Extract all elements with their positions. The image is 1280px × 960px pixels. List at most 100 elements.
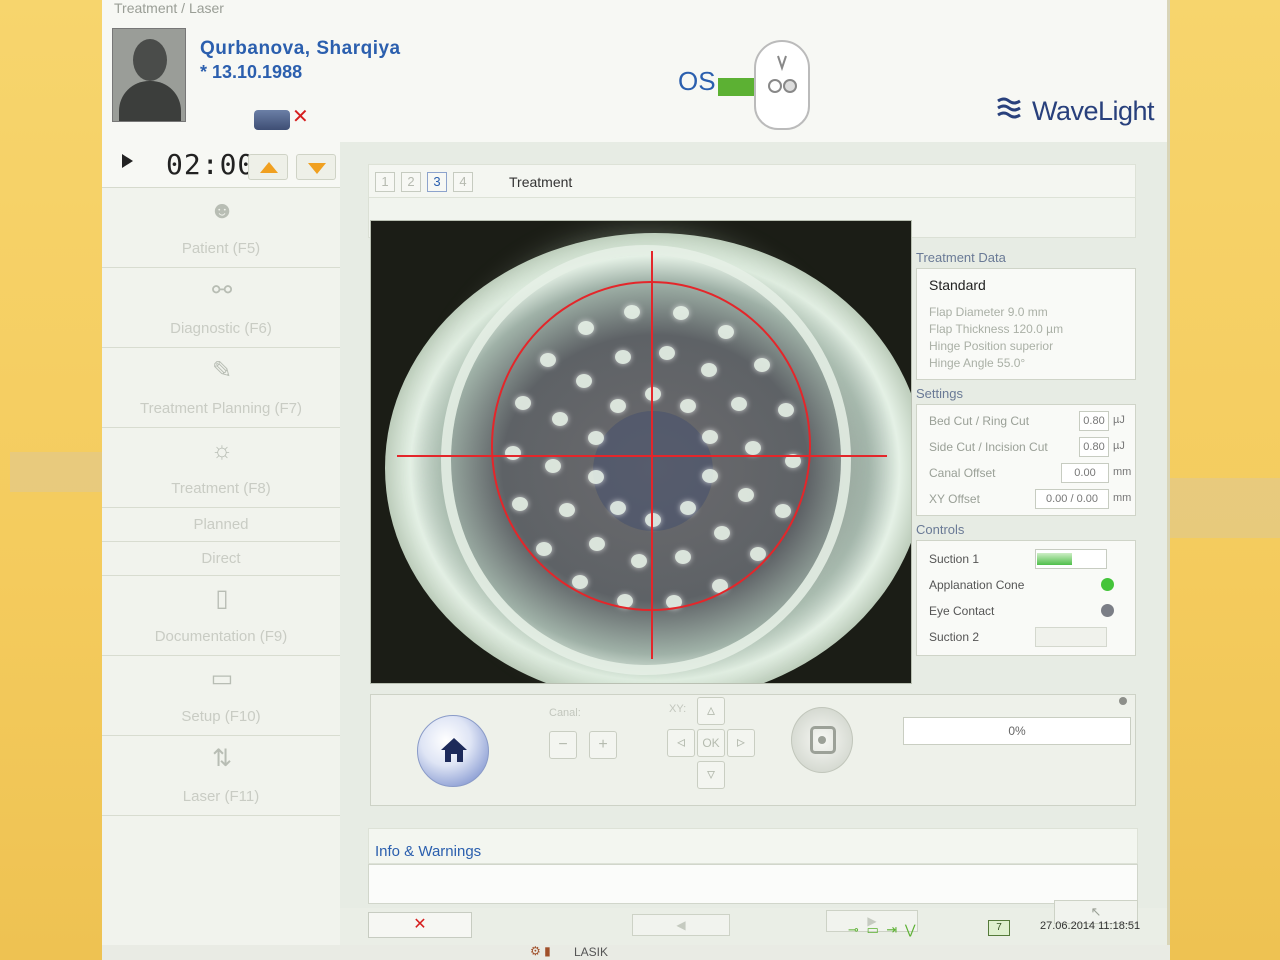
applanation-status-led [1101,578,1114,591]
treatment-data-title: Treatment Data [916,250,1006,265]
treatment-name: Standard [929,277,986,293]
patient-icon: ☻ [209,197,235,224]
bed-cut-field[interactable]: 0.80 [1079,411,1109,431]
info-warnings-header: Info & Warnings [368,828,1138,864]
sidebar-item-documentation[interactable]: ▯ Documentation (F9) [102,576,340,656]
step-1[interactable]: 1 [375,172,395,192]
control-label: Suction 1 [929,552,980,566]
home-icon [441,738,467,762]
arrow-right-icon [718,72,768,102]
xy-caption: XY: [669,703,687,715]
setting-unit: µJ [1113,440,1125,452]
timer-decrease-button[interactable] [296,154,336,180]
sidebar-item-label: Treatment (F8) [171,480,271,497]
settings-title: Settings [916,386,963,401]
timer-increase-button[interactable] [248,154,288,180]
sidebar-item-patient[interactable]: ☻ Patient (F5) [102,188,340,268]
taskbar: ⚙ ▮ LASIK [102,944,1170,960]
control-eye-contact: Eye Contact [929,601,1129,623]
xy-up-button[interactable]: ▵ [697,697,725,725]
info-warnings-box [368,864,1138,904]
counter-badge: 7 [988,920,1010,936]
setting-label: Side Cut / Incision Cut [929,440,1048,454]
setup-icon: ▭ [210,665,234,692]
controls-box: Suction 1 Applanation Cone Eye Contact S… [916,540,1136,656]
setting-label: Bed Cut / Ring Cut [929,414,1030,428]
tape-strip-right [1168,478,1280,538]
system-status-icons: ⊸ ▭ ⇥ ⋁ [848,922,918,937]
timer-display: 02:00 [166,148,256,181]
step-3[interactable]: 3 [427,172,447,192]
control-label: Suction 2 [929,630,980,644]
canal-offset-field[interactable]: 0.00 [1061,463,1109,483]
status-indicator-icon [1119,697,1127,705]
setting-label: XY Offset [929,492,980,506]
xy-down-button[interactable]: ▿ [697,761,725,789]
sidebar-subitem-planned[interactable]: Planned [102,508,340,542]
card-missing-icon: ✕ [292,106,309,128]
sidebar-item-label: Laser (F11) [182,788,260,805]
suction-1-level-fill [1037,553,1072,565]
control-label: Applanation Cone [929,578,1025,592]
patient-dob: * 13.10.1988 [200,62,303,82]
step-2[interactable]: 2 [401,172,421,192]
laser-icon: ⇅ [211,745,233,772]
cancel-button[interactable]: ✕ [368,912,472,938]
setting-unit: mm [1113,492,1132,504]
sidebar-item-laser[interactable]: ⇅ Laser (F11) [102,736,340,816]
crosshair-horizontal [397,455,887,457]
taskbar-app-icon: ⚙ ▮ [530,944,551,958]
sidebar: ☻ Patient (F5) ⚯ Diagnostic (F6) ✎ Treat… [102,188,340,945]
eye-camera-view [370,220,912,684]
treatment-data-line: Flap Diameter 9.0 mm [929,305,1048,319]
eye-side-label: OS [678,66,716,96]
control-suction-2: Suction 2 [929,627,1129,649]
wavelight-logo-icon [997,97,1021,119]
card-reader-icon [254,110,290,130]
patient-avatar [112,28,186,122]
timer-bar: 02:00 [102,142,340,188]
xy-offset-field[interactable]: 0.00 / 0.00 [1035,489,1109,509]
sidebar-subitem-direct[interactable]: Direct [102,542,340,576]
control-label: Eye Contact [929,604,995,618]
previous-button[interactable]: ◀ [632,914,730,936]
eye-contact-status-led [1101,604,1114,617]
patient-name: Qurbanova, Sharqiya [200,38,401,59]
step-4[interactable]: 4 [453,172,473,192]
suction-1-level-bar [1035,549,1107,569]
sidebar-item-label: Patient (F5) [181,240,261,257]
head-top-view-icon [754,40,810,130]
bottom-bar: ✕ ◀ ▶ ↖ ⊸ ▭ ⇥ ⋁ 7 27.06.2014 11:18:51 [340,900,1167,945]
setting-canal-offset: Canal Offset 0.00 mm [929,463,1131,485]
sidebar-item-setup[interactable]: ▭ Setup (F10) [102,656,340,736]
play-button[interactable] [120,152,136,170]
crosshair-vertical [651,251,653,659]
system-datetime: 27.06.2014 11:18:51 [1040,920,1141,932]
xy-ok-button[interactable]: OK [697,729,725,757]
treatment-data-line: Flap Thickness 120.0 µm [929,322,1064,336]
settings-box: Bed Cut / Ring Cut 0.80 µJ Side Cut / In… [916,404,1136,516]
setting-unit: µJ [1113,414,1125,426]
header: Treatment / Laser Qurbanova, Sharqiya * … [102,0,1167,142]
side-cut-field[interactable]: 0.80 [1079,437,1109,457]
sidebar-item-label: Setup (F10) [181,708,261,725]
canal-plus-button[interactable]: + [589,731,617,759]
laser-start-button[interactable] [791,707,853,773]
setting-label: Canal Offset [929,466,996,480]
documentation-icon: ▯ [215,585,229,612]
controls-title: Controls [916,522,965,537]
brand-name: WaveLight [1032,96,1155,126]
xy-left-button[interactable]: ◃ [667,729,695,757]
treatment-data-box: Standard Flap Diameter 9.0 mm Flap Thick… [916,268,1136,380]
sidebar-item-treatment[interactable]: ☼ Treatment (F8) [102,428,340,508]
canal-minus-button[interactable]: − [549,731,577,759]
treatment-icon: ☼ [211,437,233,464]
home-button[interactable] [417,715,489,787]
xy-right-button[interactable]: ▹ [727,729,755,757]
tape-strip-left [10,452,102,492]
treatment-progress: 0% [903,717,1131,745]
sidebar-item-treatment-planning[interactable]: ✎ Treatment Planning (F7) [102,348,340,428]
taskbar-label[interactable]: LASIK [574,945,608,959]
sidebar-item-diagnostic[interactable]: ⚯ Diagnostic (F6) [102,268,340,348]
step-title: Treatment [509,174,573,190]
